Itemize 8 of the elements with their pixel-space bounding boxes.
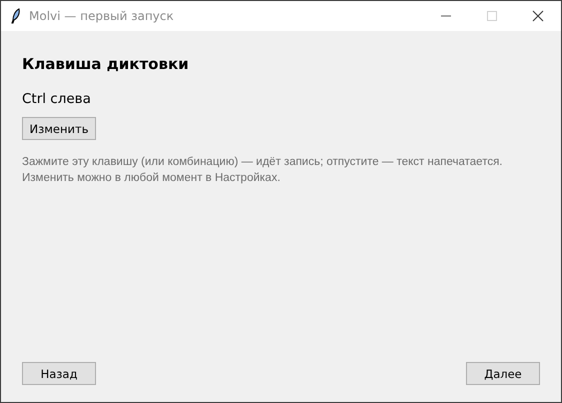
section-heading: Клавиша диктовки — [22, 55, 190, 73]
window-title: Molvi — первый запуск — [29, 9, 175, 23]
change-button[interactable]: Изменить — [22, 117, 96, 140]
hint-text: Зажмите эту клавишу (или комбинацию) — идёт запись; отпустите — текст напечатается. Изменить можно в любой момент в Настройках. — [22, 155, 503, 186]
current-key: Ctrl слева — [22, 91, 540, 107]
feather-icon — [11, 8, 21, 24]
next-button[interactable]: Далее — [466, 362, 540, 385]
back-button[interactable]: Назад — [22, 362, 96, 385]
